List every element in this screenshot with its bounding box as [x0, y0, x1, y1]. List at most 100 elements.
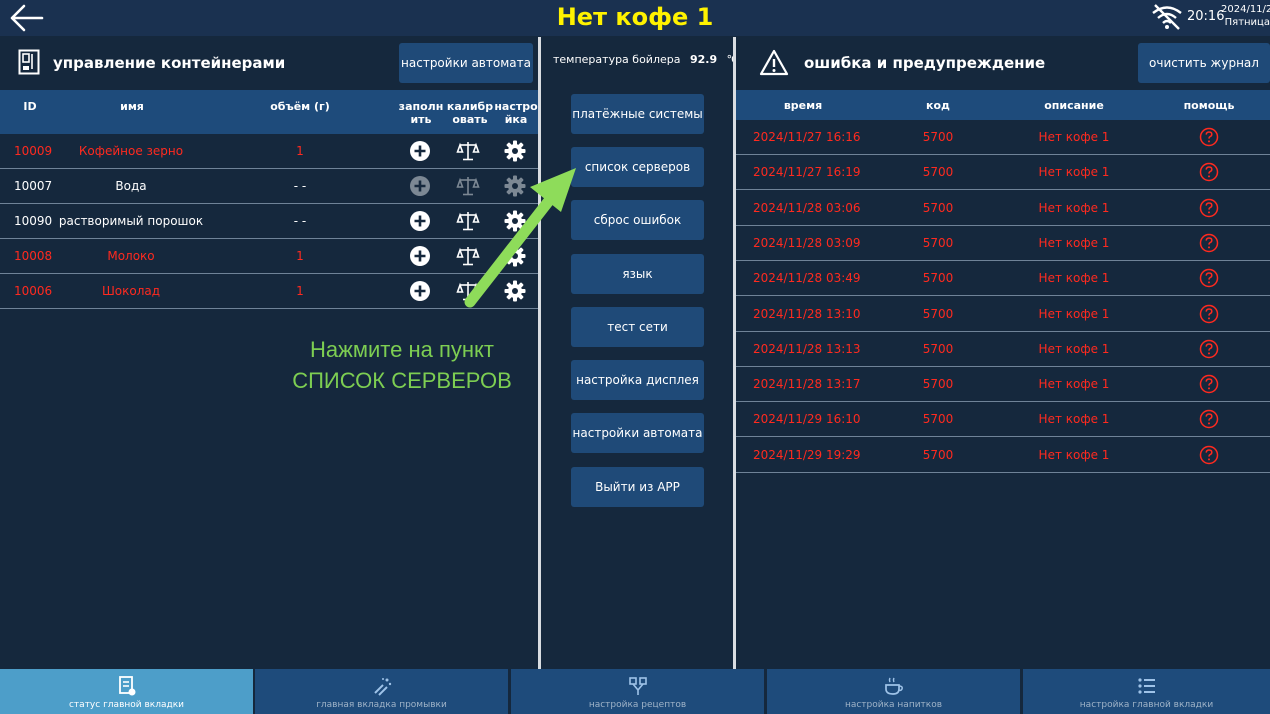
cell-code: 5700: [922, 130, 954, 144]
cell-id: 10006: [14, 284, 53, 298]
cell-time: 2024/11/28 03:06: [753, 200, 861, 215]
table-row: 2024/11/28 13:17 5700 Нет кофе 1: [736, 367, 1270, 403]
cup-icon: [884, 677, 903, 695]
settings-gear-icon[interactable]: [503, 244, 527, 268]
display-settings-button[interactable]: настройка дисплея: [571, 360, 704, 400]
calibrate-scale-icon[interactable]: [456, 279, 480, 303]
table-row: 2024/11/27 16:19 5700 Нет кофе 1: [736, 155, 1270, 191]
settings-gear-icon[interactable]: [503, 209, 527, 233]
col-calibrate: калибр овать: [446, 100, 494, 126]
tab-washing[interactable]: главная вкладка промывки: [255, 669, 508, 714]
cell-description: Нет кофе 1: [1038, 271, 1110, 286]
fill-plus-icon[interactable]: [408, 244, 432, 268]
network-test-button[interactable]: тест сети: [571, 307, 704, 347]
cell-volume: - -: [293, 214, 307, 228]
cell-code: 5700: [922, 165, 954, 180]
help-question-icon[interactable]: [1199, 445, 1219, 465]
boiler-label: температура бойлера: [553, 53, 681, 66]
calibrate-scale-icon[interactable]: [456, 244, 480, 268]
settings-gear-icon[interactable]: [503, 174, 527, 198]
cell-volume: - -: [293, 179, 307, 193]
help-question-icon[interactable]: [1199, 233, 1219, 253]
cell-description: Нет кофе 1: [1038, 341, 1110, 356]
fill-plus-icon[interactable]: [408, 209, 432, 233]
hint-line-2: СПИСОК СЕРВЕРОВ: [292, 368, 512, 393]
col-calibrate-line2: овать: [452, 113, 488, 126]
settings-gear-icon[interactable]: [503, 279, 527, 303]
cell-volume: 1: [296, 284, 304, 298]
tab-label: главная вкладка промывки: [316, 700, 447, 710]
calibrate-scale-icon[interactable]: [456, 209, 480, 233]
table-row: 10090 растворимый порошок - -: [0, 204, 538, 239]
status-icon: [118, 676, 135, 696]
tab-main-status[interactable]: статус главной вкладки: [0, 669, 253, 714]
settings-gear-icon[interactable]: [503, 139, 527, 163]
cell-code: 5700: [922, 412, 954, 427]
tab-label: статус главной вкладки: [68, 700, 184, 710]
language-button[interactable]: язык: [571, 254, 704, 294]
help-question-icon[interactable]: [1199, 268, 1219, 288]
settings-menu-panel: температура бойлера 92.9 ℃ платёжные сис…: [541, 37, 739, 669]
cell-volume: 1: [296, 249, 304, 263]
tab-recipes[interactable]: настройка рецептов: [511, 669, 764, 714]
calibrate-scale-icon[interactable]: [456, 174, 480, 198]
tab-label: настройка рецептов: [588, 700, 687, 710]
fill-plus-icon[interactable]: [408, 139, 432, 163]
cell-code: 5700: [922, 271, 954, 286]
wifi-off-icon: [1152, 4, 1182, 30]
list-icon: [1137, 678, 1155, 694]
col-time: время: [783, 99, 823, 112]
help-question-icon[interactable]: [1199, 339, 1219, 359]
machine-settings-menu-button[interactable]: настройки автомата: [571, 413, 704, 453]
cell-code: 5700: [922, 447, 954, 462]
col-description: описание: [1044, 99, 1104, 112]
table-row: 2024/11/28 03:09 5700 Нет кофе 1: [736, 226, 1270, 261]
reset-errors-button[interactable]: сброс ошибок: [571, 200, 704, 240]
warning-icon: [759, 49, 789, 76]
col-calibrate-line1: калибр: [446, 100, 494, 113]
table-row: 2024/11/28 13:10 5700 Нет кофе 1: [736, 297, 1270, 332]
help-question-icon[interactable]: [1199, 198, 1219, 218]
help-question-icon[interactable]: [1199, 162, 1219, 182]
tab-drinks[interactable]: настройка напитков: [767, 669, 1020, 714]
cell-description: Нет кофе 1: [1038, 235, 1110, 250]
clear-log-button[interactable]: очистить журнал: [1138, 43, 1270, 83]
wash-icon: [373, 678, 391, 696]
table-row: 2024/11/28 03:06 5700 Нет кофе 1: [736, 191, 1270, 226]
bottom-navigation: статус главной вкладки главная вкладка п…: [0, 669, 1270, 714]
cell-description: Нет кофе 1: [1038, 412, 1110, 427]
table-row: 10006 Шоколад 1: [0, 274, 538, 309]
cell-time: 2024/11/28 03:49: [753, 271, 861, 286]
cell-code: 5700: [922, 377, 954, 392]
fill-plus-icon[interactable]: [408, 279, 432, 303]
table-row: 2024/11/29 19:29 5700 Нет кофе 1: [736, 438, 1270, 473]
fill-plus-icon[interactable]: [408, 174, 432, 198]
top-bar: Нет кофе 1 20:16 2024/11/29 Пятница: [0, 0, 1270, 36]
tab-main-settings[interactable]: настройка главной вкладки: [1023, 669, 1270, 714]
date-display: 2024/11/29 Пятница: [1221, 3, 1270, 29]
weekday: Пятница: [1224, 17, 1270, 28]
cell-name: Шоколад: [101, 284, 161, 298]
help-question-icon[interactable]: [1199, 127, 1219, 147]
payment-systems-button[interactable]: платёжные системы: [571, 94, 704, 134]
table-row: 10007 Вода - -: [0, 169, 538, 204]
exit-app-button[interactable]: Выйти из APP: [571, 467, 704, 507]
machine-icon: [18, 49, 40, 75]
calibrate-scale-icon[interactable]: [456, 139, 480, 163]
server-list-button[interactable]: список серверов: [571, 147, 704, 187]
cell-name: растворимый порошок: [58, 214, 204, 228]
errors-panel: ошибка и предупреждение очистить журнал …: [736, 37, 1270, 669]
clock: 20:16: [1187, 9, 1225, 24]
col-name: имя: [120, 100, 144, 113]
help-question-icon[interactable]: [1199, 409, 1219, 429]
hint-line-1: Нажмите на пункт: [310, 337, 494, 362]
cell-time: 2024/11/29 16:10: [753, 412, 861, 427]
machine-settings-button[interactable]: настройки автомата: [399, 43, 533, 83]
help-question-icon[interactable]: [1199, 304, 1219, 324]
help-question-icon[interactable]: [1199, 374, 1219, 394]
cell-name: Молоко: [107, 249, 155, 263]
col-code: код: [926, 99, 950, 112]
cell-code: 5700: [922, 341, 954, 356]
cell-time: 2024/11/28 13:13: [753, 341, 861, 356]
cell-code: 5700: [922, 235, 954, 250]
